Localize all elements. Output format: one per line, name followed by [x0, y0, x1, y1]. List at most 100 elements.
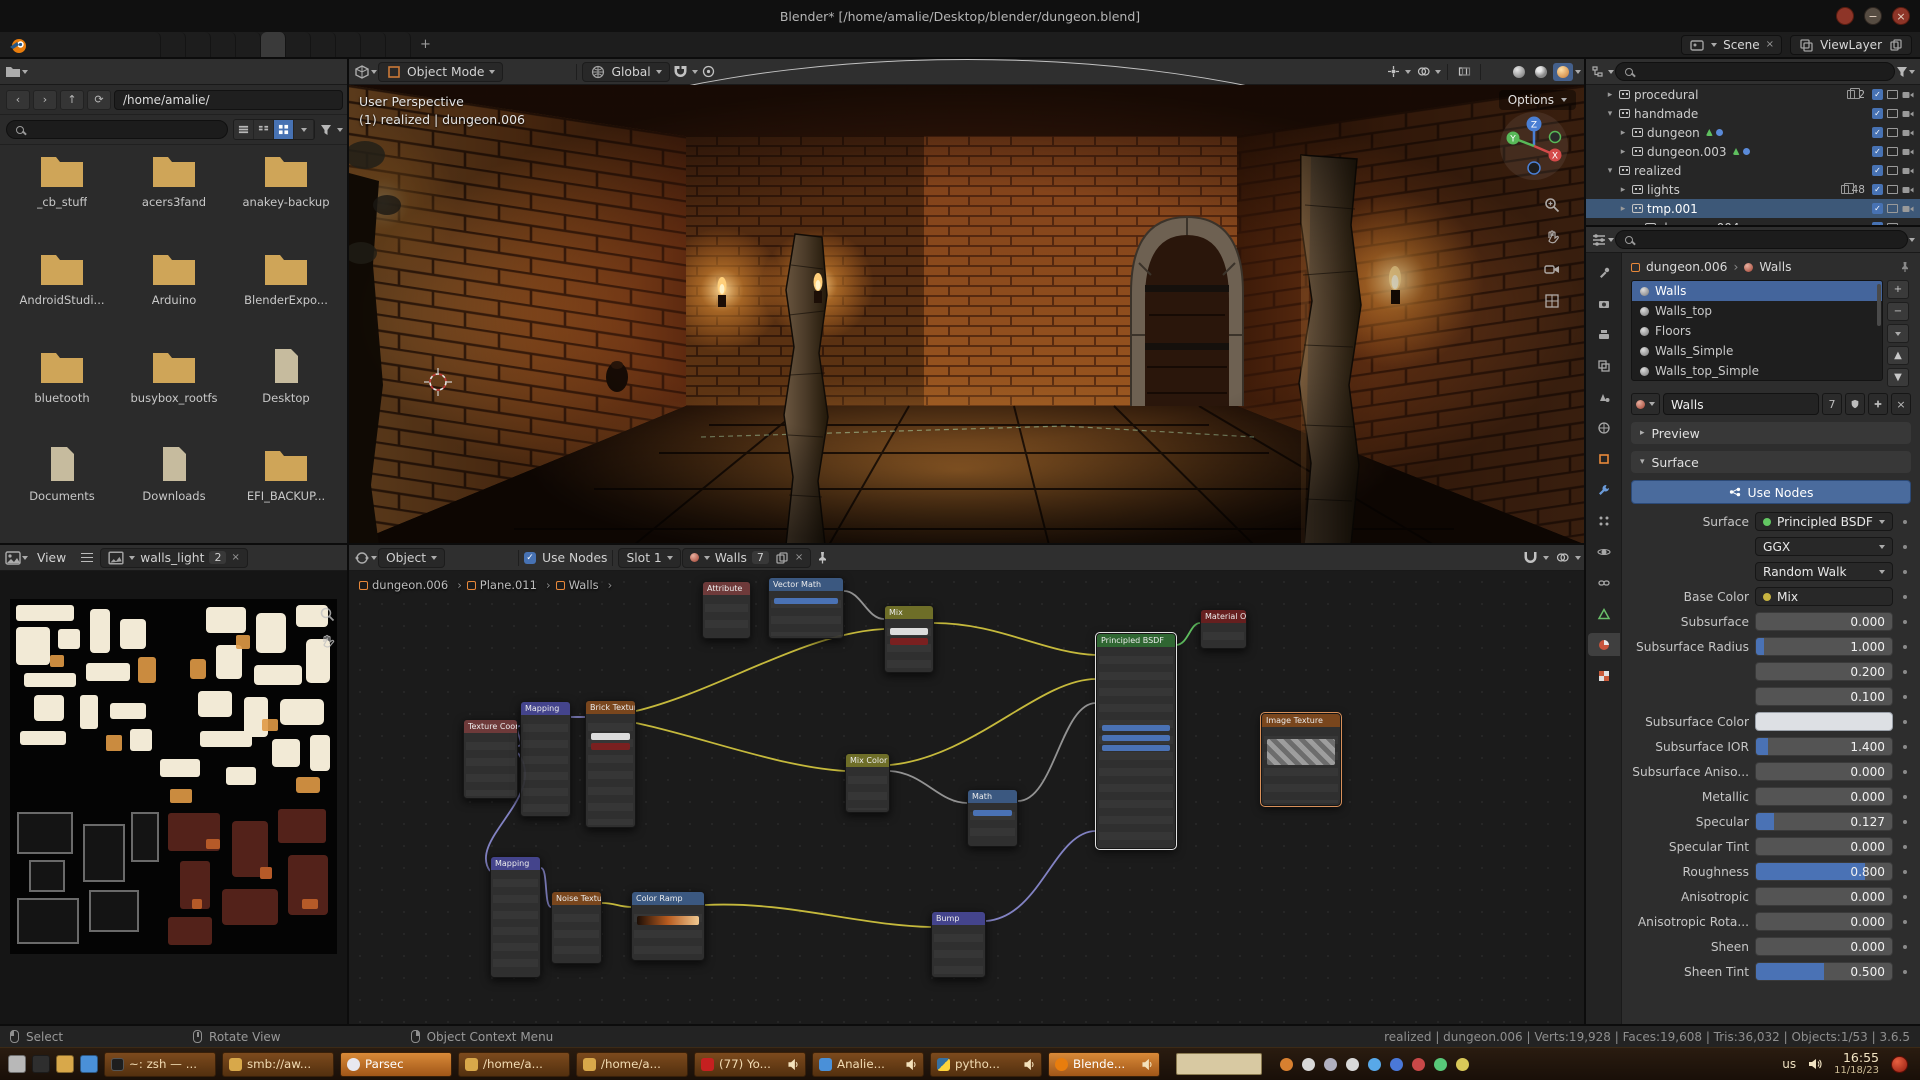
gizmo-x-label[interactable]: X — [1552, 152, 1558, 162]
taskbar-window-button[interactable]: ~: zsh — ... — [104, 1052, 216, 1077]
tab-texture[interactable] — [1588, 664, 1620, 687]
keyframe-dot[interactable] — [1899, 620, 1911, 624]
taskbar-window-button[interactable]: Analie... — [812, 1052, 924, 1077]
workspace-tab[interactable] — [336, 32, 361, 57]
node-overlays-icon[interactable] — [1552, 548, 1572, 568]
file-item[interactable]: acers3fand — [118, 145, 230, 243]
property-slider[interactable]: 0.000 — [1755, 937, 1893, 956]
file-item[interactable]: bluetooth — [6, 341, 118, 439]
menu-item[interactable] — [70, 42, 88, 48]
taskbar-window-button[interactable]: /home/a... — [458, 1052, 570, 1077]
shader-node-title[interactable]: Mix Color — [846, 754, 889, 767]
keyframe-dot[interactable] — [1899, 695, 1911, 699]
base-color-input[interactable]: Mix — [1755, 587, 1893, 606]
overlays-chevron-icon[interactable] — [1435, 70, 1441, 74]
menu-icon[interactable] — [8, 1055, 26, 1073]
shader-node-title[interactable]: Material Output — [1201, 610, 1246, 623]
gizmo-y-label[interactable]: Y — [1509, 135, 1516, 145]
pause-icon[interactable] — [1346, 1058, 1359, 1071]
shader-editor-menu[interactable] — [497, 556, 513, 560]
chevron-down-icon[interactable] — [371, 556, 377, 560]
xray-toggle-icon[interactable] — [1454, 62, 1474, 82]
image-datablock-selector[interactable]: walls_light 2 × — [100, 548, 248, 568]
file-item[interactable]: _cb_stuff — [6, 145, 118, 243]
shader-node[interactable]: Principled BSDF — [1096, 633, 1176, 849]
keyframe-dot[interactable] — [1899, 870, 1911, 874]
taskbar-window-button[interactable]: Parsec — [340, 1052, 452, 1077]
options-dropdown[interactable]: Options — [1499, 90, 1576, 110]
minimize-icon[interactable]: − — [1864, 7, 1882, 25]
pin-id-icon[interactable] — [1899, 261, 1911, 273]
use-nodes-button[interactable]: Use Nodes — [1631, 480, 1911, 504]
viewlayer-copy-icon[interactable] — [1888, 38, 1904, 52]
keyframe-dot[interactable] — [1899, 945, 1911, 949]
forward-button[interactable]: › — [33, 90, 57, 110]
tab-tool[interactable] — [1588, 261, 1620, 284]
workspace-tab[interactable] — [361, 32, 386, 57]
shading-chevron-icon[interactable] — [1575, 70, 1581, 74]
hide-viewport-icon[interactable] — [1887, 204, 1898, 213]
tab-world[interactable] — [1588, 416, 1620, 439]
material-slot[interactable]: Walls — [1632, 281, 1882, 301]
workspace-tab[interactable] — [211, 32, 236, 57]
hide-viewport-icon[interactable] — [1887, 166, 1898, 175]
browse-material-button[interactable] — [1631, 393, 1660, 415]
keyframe-dot[interactable] — [1899, 545, 1911, 549]
shading-wireframe-button[interactable] — [1487, 63, 1507, 81]
shader-node-title[interactable]: Image Texture — [1262, 714, 1340, 727]
transform-orientation-dropdown[interactable]: Global — [582, 62, 669, 82]
properties-search-input[interactable] — [1615, 230, 1908, 249]
exclude-checkbox[interactable]: ✓ — [1872, 127, 1883, 138]
file-item[interactable]: AndroidStudi... — [6, 243, 118, 341]
shader-editor-menu[interactable] — [480, 556, 496, 560]
viewport-menu[interactable] — [538, 70, 554, 74]
material-slot[interactable]: Walls_top — [1632, 301, 1882, 321]
shading-solid-button[interactable] — [1509, 63, 1529, 81]
unlink-material-button[interactable]: × — [1891, 393, 1911, 415]
exclude-checkbox[interactable]: ✓ — [1872, 108, 1883, 119]
note-icon[interactable] — [1302, 1058, 1315, 1071]
node-snap-magnet-icon[interactable] — [1520, 548, 1540, 568]
keyframe-dot[interactable] — [1899, 795, 1911, 799]
hide-render-icon[interactable] — [1902, 109, 1914, 119]
volume-icon[interactable] — [1808, 1057, 1822, 1071]
pin-icon[interactable] — [812, 548, 832, 568]
back-button[interactable]: ‹ — [6, 90, 30, 110]
node-canvas[interactable]: dungeon.006Plane.011Walls Attribute Vect… — [349, 571, 1586, 1024]
close-icon[interactable]: × — [1892, 7, 1910, 25]
material-datablock-selector[interactable]: Walls 7 × — [682, 548, 812, 568]
menu-item[interactable] — [52, 42, 70, 48]
hide-render-icon[interactable] — [1902, 166, 1914, 176]
hide-viewport-icon[interactable] — [1887, 147, 1898, 156]
expand-icon[interactable]: ▸ — [1618, 128, 1628, 138]
keyframe-dot[interactable] — [1899, 720, 1911, 724]
copy-icon[interactable] — [774, 551, 790, 565]
viewport-ortho-grid-icon[interactable] — [1544, 293, 1560, 309]
keyframe-dot[interactable] — [1899, 920, 1911, 924]
window-menu-icon[interactable] — [1836, 7, 1854, 25]
shader-node[interactable]: Mix Color — [845, 753, 890, 813]
viewport-canvas[interactable]: User Perspective (1) realized | dungeon.… — [349, 85, 1586, 545]
shader-node-title[interactable]: Mix — [885, 606, 933, 619]
slot-dropdown[interactable]: Slot 1 — [618, 548, 680, 568]
shader-node-title[interactable]: Noise Texture — [552, 892, 601, 905]
shader-node-title[interactable]: Mapping — [491, 857, 540, 870]
keyframe-dot[interactable] — [1899, 895, 1911, 899]
hide-viewport-icon[interactable] — [1887, 109, 1898, 118]
keyframe-dot[interactable] — [1899, 745, 1911, 749]
terminal-launcher-icon[interactable] — [32, 1055, 50, 1073]
keyframe-dot[interactable] — [1899, 570, 1911, 574]
material-name-field[interactable]: Walls — [1663, 393, 1819, 415]
workspace-tab[interactable] — [311, 32, 336, 57]
hide-render-icon[interactable] — [1902, 90, 1914, 100]
shader-node-title[interactable]: Principled BSDF — [1097, 634, 1175, 647]
keyframe-dot[interactable] — [1899, 670, 1911, 674]
tab-particles[interactable] — [1588, 509, 1620, 532]
property-slider[interactable]: 0.000 — [1755, 612, 1893, 631]
mode-dropdown[interactable]: Object Mode — [378, 62, 503, 82]
network-icon[interactable] — [1412, 1058, 1425, 1071]
hide-render-icon[interactable] — [1902, 185, 1914, 195]
workspace-tab[interactable] — [261, 32, 286, 57]
tab-object[interactable] — [1588, 447, 1620, 470]
keyframe-dot[interactable] — [1899, 820, 1911, 824]
